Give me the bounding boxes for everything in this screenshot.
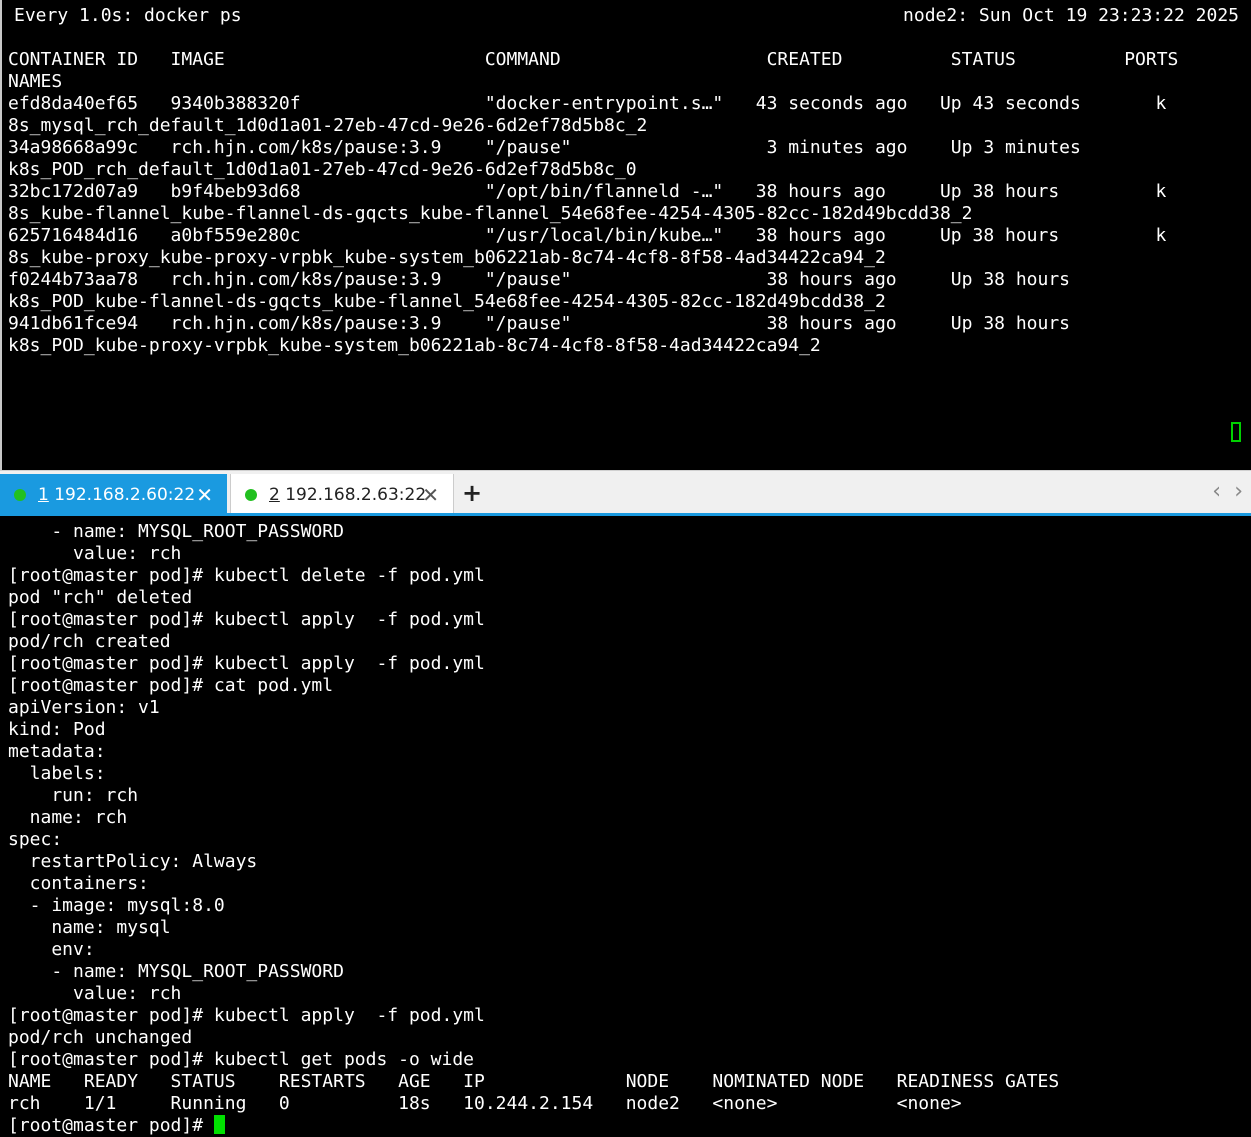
host-timestamp: node2: Sun Oct 19 23:23:22 2025 xyxy=(903,5,1239,26)
session-tab-bar: 1 192.168.2.60:22 ✕ 2 192.168.2.63:22 ✕ … xyxy=(0,470,1251,516)
terminal-output-line: name: mysql xyxy=(8,917,171,938)
container-row-name: 8s_kube-proxy_kube-proxy-vrpbk_kube-syst… xyxy=(8,247,886,268)
terminal-output-line: kind: Pod xyxy=(8,719,106,740)
container-row: 34a98668a99c rch.hjn.com/k8s/pause:3.9 "… xyxy=(2,137,1178,181)
shell-prompt: [root@master pod]# xyxy=(8,1115,214,1136)
container-row-name: k8s_POD_kube-flannel-ds-gqcts_kube-flann… xyxy=(8,291,886,312)
terminal-output-line: [root@master pod]# kubectl delete -f pod… xyxy=(8,565,485,586)
container-row-details: f0244b73aa78 rch.hjn.com/k8s/pause:3.9 "… xyxy=(8,269,1071,290)
chevron-right-icon[interactable]: › xyxy=(1234,479,1243,504)
terminal-output-line: env: xyxy=(8,939,95,960)
terminal-output-line: name: rch xyxy=(8,807,128,828)
terminal-cursor xyxy=(1231,422,1241,442)
terminal-output-line: spec: xyxy=(8,829,63,850)
container-row-details: 34a98668a99c rch.hjn.com/k8s/pause:3.9 "… xyxy=(8,137,1081,158)
terminal-output-line: run: rch xyxy=(8,785,139,806)
terminal-cursor xyxy=(213,1115,225,1134)
connected-status-icon xyxy=(245,489,257,501)
container-row-name: k8s_POD_rch_default_1d0d1a01-27eb-47cd-9… xyxy=(8,159,637,180)
shell-prompt-line: [root@master pod]# xyxy=(2,1115,1251,1137)
docker-ps-output: CONTAINER ID IMAGE COMMAND CREATED STATU… xyxy=(2,49,1178,357)
terminal-output-line: - image: mysql:8.0 xyxy=(8,895,225,916)
watch-terminal-pane[interactable]: Every 1.0s: docker ps node2: Sun Oct 19 … xyxy=(2,5,1251,469)
active-tab-indicator xyxy=(0,513,1251,516)
container-row: 625716484d16 a0bf559e280c "/usr/local/bi… xyxy=(2,225,1178,269)
wrapped-name-start: k xyxy=(1155,225,1167,246)
container-row-name: 8s_kube-flannel_kube-flannel-ds-gqcts_ku… xyxy=(8,203,973,224)
terminal-output-line: metadata: xyxy=(8,741,106,762)
shell-terminal-pane[interactable]: - name: MYSQL_ROOT_PASSWORD value: rch [r… xyxy=(2,521,1251,1137)
terminal-output-line: value: rch xyxy=(8,543,182,564)
watch-command-header: Every 1.0s: docker ps xyxy=(14,5,242,26)
terminal-output-line: [root@master pod]# kubectl apply -f pod.… xyxy=(8,653,485,674)
wrapped-name-start: k xyxy=(1155,181,1167,202)
tab-label: 2 192.168.2.63:22 xyxy=(269,485,427,505)
terminal-output-line: [root@master pod]# cat pod.yml xyxy=(8,675,334,696)
tab-session-2[interactable]: 2 192.168.2.63:22 ✕ xyxy=(230,474,454,516)
add-tab-icon[interactable]: + xyxy=(462,479,482,507)
terminal-output-line: [root@master pod]# kubectl apply -f pod.… xyxy=(8,609,485,630)
close-icon[interactable]: ✕ xyxy=(196,483,213,507)
column-header-names: NAMES xyxy=(8,71,63,92)
container-row: efd8da40ef65 9340b388320f "docker-entryp… xyxy=(2,93,1178,137)
container-row-details: 625716484d16 a0bf559e280c "/usr/local/bi… xyxy=(8,225,1060,246)
terminal-output-line: - name: MYSQL_ROOT_PASSWORD xyxy=(8,521,344,542)
wrapped-name-start: k xyxy=(1155,93,1167,114)
tab-session-1[interactable]: 1 192.168.2.60:22 ✕ xyxy=(0,474,227,516)
terminal-output-line: [root@master pod]# kubectl get pods -o w… xyxy=(8,1049,474,1070)
terminal-output-line: pod "rch" deleted xyxy=(8,587,193,608)
terminal-output-line: containers: xyxy=(8,873,149,894)
container-row-name: 8s_mysql_rch_default_1d0d1a01-27eb-47cd-… xyxy=(8,115,648,136)
terminal-output-line: restartPolicy: Always xyxy=(8,851,258,872)
terminal-output-line: [root@master pod]# kubectl apply -f pod.… xyxy=(8,1005,485,1026)
terminal-output-line: - name: MYSQL_ROOT_PASSWORD xyxy=(8,961,344,982)
terminal-output-line: pod/rch unchanged xyxy=(8,1027,193,1048)
container-row: f0244b73aa78 rch.hjn.com/k8s/pause:3.9 "… xyxy=(2,269,1178,313)
terminal-output-line: apiVersion: v1 xyxy=(8,697,160,718)
container-row-details: 32bc172d07a9 b9f4beb93d68 "/opt/bin/flan… xyxy=(8,181,1060,202)
container-row: 941db61fce94 rch.hjn.com/k8s/pause:3.9 "… xyxy=(2,313,1178,357)
container-row-name: k8s_POD_kube-proxy-vrpbk_kube-system_b06… xyxy=(8,335,821,356)
column-header: CONTAINER ID IMAGE COMMAND CREATED STATU… xyxy=(8,49,1179,70)
connected-status-icon xyxy=(14,489,26,501)
terminal-output-line: rch 1/1 Running 0 18s 10.244.2.154 node2… xyxy=(8,1093,962,1114)
chevron-left-icon[interactable]: ‹ xyxy=(1212,479,1221,504)
container-row: 32bc172d07a9 b9f4beb93d68 "/opt/bin/flan… xyxy=(2,181,1178,225)
close-icon[interactable]: ✕ xyxy=(422,483,439,507)
tab-label: 1 192.168.2.60:22 xyxy=(38,485,196,505)
terminal-output-line: labels: xyxy=(8,763,106,784)
terminal-output-line: NAME READY STATUS RESTARTS AGE IP NODE N… xyxy=(8,1071,1060,1092)
terminal-output-line: pod/rch created xyxy=(8,631,171,652)
container-row-details: efd8da40ef65 9340b388320f "docker-entryp… xyxy=(8,93,1081,114)
terminal-output-line: value: rch xyxy=(8,983,182,1004)
container-row-details: 941db61fce94 rch.hjn.com/k8s/pause:3.9 "… xyxy=(8,313,1071,334)
